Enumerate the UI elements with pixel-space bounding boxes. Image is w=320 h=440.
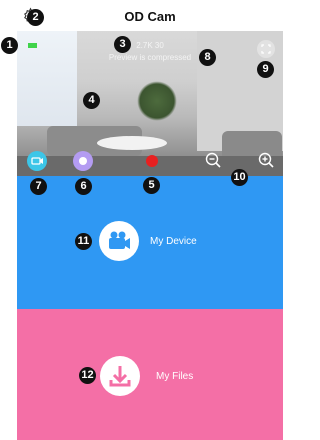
callout-badge: 11 xyxy=(75,233,92,250)
fullscreen-button[interactable] xyxy=(257,40,275,58)
callout-badge: 2 xyxy=(27,9,44,26)
resolution-label: 2.7K 30 xyxy=(136,41,164,50)
callout-badge: 5 xyxy=(143,177,160,194)
video-camera-icon xyxy=(31,157,43,165)
download-icon xyxy=(109,366,131,387)
camera-mode-button[interactable] xyxy=(27,151,47,171)
app-header: OD Cam xyxy=(17,0,283,31)
device-icon-circle xyxy=(99,221,139,261)
callout-badge: 9 xyxy=(257,61,274,78)
callout-badge: 10 xyxy=(231,169,248,186)
room-plant xyxy=(137,81,177,121)
camera-shutter-icon xyxy=(79,157,87,165)
app-screen: OD Cam 2.7K 30 Preview is compressed My … xyxy=(17,0,283,440)
callout-badge: 12 xyxy=(79,367,96,384)
callout-badge: 7 xyxy=(30,178,47,195)
camera-preview[interactable]: 2.7K 30 Preview is compressed xyxy=(17,31,283,176)
record-button[interactable] xyxy=(146,155,158,167)
my-device-label: My Device xyxy=(150,236,197,247)
snapshot-button[interactable] xyxy=(73,151,93,171)
video-camera-icon xyxy=(109,231,130,249)
callout-badge: 4 xyxy=(83,92,100,109)
callout-badge: 1 xyxy=(1,37,18,54)
fullscreen-icon xyxy=(261,44,271,54)
room-table xyxy=(97,136,167,150)
page-title: OD Cam xyxy=(124,9,176,24)
files-icon-circle xyxy=(100,356,140,396)
preview-notice: Preview is compressed xyxy=(108,53,192,62)
zoom-in-icon[interactable] xyxy=(257,151,275,169)
callout-badge: 8 xyxy=(199,49,216,66)
my-device-button[interactable]: My Device xyxy=(17,176,283,309)
zoom-out-icon[interactable] xyxy=(204,151,222,169)
my-files-button[interactable]: My Files xyxy=(17,309,283,440)
callout-badge: 3 xyxy=(114,36,131,53)
my-files-label: My Files xyxy=(156,371,194,382)
callout-badge: 6 xyxy=(75,178,92,195)
